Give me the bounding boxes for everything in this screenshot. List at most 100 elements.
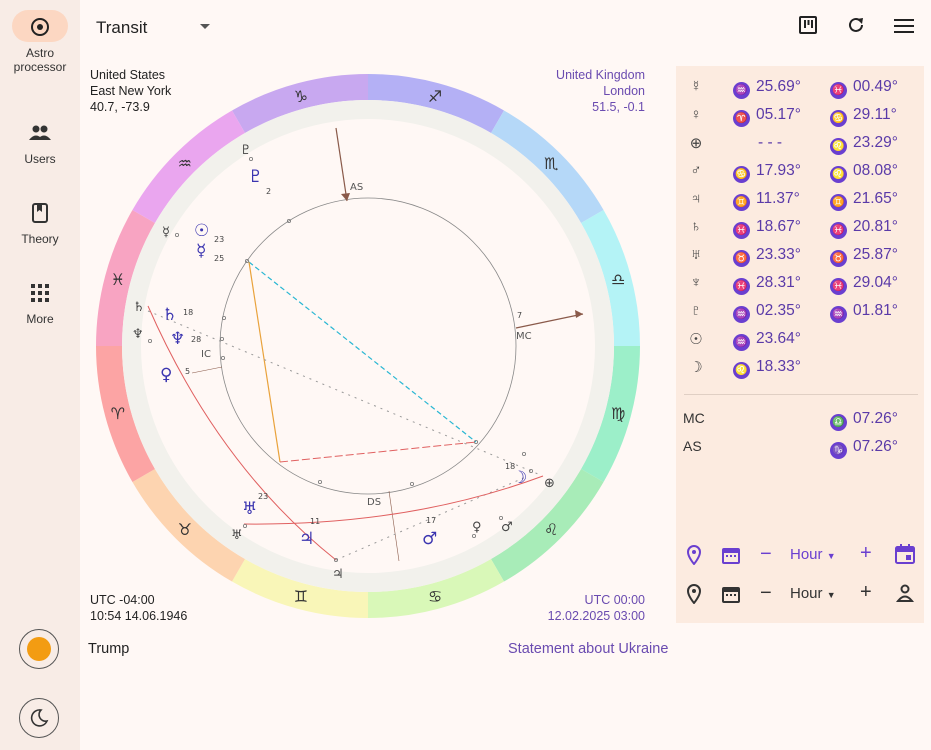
transit-degree: 00.49° — [853, 78, 898, 95]
chevron-down-icon: ▼ — [826, 551, 836, 561]
natal-degree: 11.37° — [756, 190, 800, 207]
refresh-icon[interactable] — [842, 14, 870, 42]
degree-number: 2 — [266, 187, 271, 196]
users-icon — [12, 116, 68, 148]
zodiac-sign-icon: ♌ — [544, 520, 558, 539]
transit-degree: 23.29° — [853, 134, 898, 151]
step-unit-value: Hour — [790, 585, 823, 602]
natal-chart-name[interactable]: Trump — [88, 641, 129, 657]
svg-text:☿: ☿ — [196, 241, 206, 261]
sign-badge-icon: ♈ — [733, 110, 750, 127]
location-pin-icon[interactable] — [686, 545, 702, 565]
natal-degree: 02.35° — [756, 302, 801, 319]
person-icon[interactable] — [896, 584, 914, 602]
plus-button[interactable]: + — [860, 581, 872, 604]
target-icon — [12, 10, 68, 42]
sign-badge-icon: ♒ — [733, 82, 750, 99]
mc-label: MC — [516, 331, 532, 342]
planet-glyph-icon: ☿ — [690, 78, 702, 95]
zodiac-sign-icon: ♊ — [294, 587, 308, 606]
calendar-event-icon[interactable] — [895, 544, 915, 564]
planet-glyph-icon: ♂ — [690, 162, 702, 179]
svg-text:⊕: ⊕ — [544, 476, 555, 491]
zodiac-sign-icon: ♎ — [611, 270, 625, 289]
transit-degree: 20.81° — [853, 218, 898, 235]
degree-number: 28 — [191, 335, 201, 344]
zodiac-sign-icon: ♓ — [111, 270, 125, 289]
grid-icon — [12, 276, 68, 308]
dark-mode-button[interactable] — [19, 698, 59, 738]
zodiac-sign-icon: ♋ — [428, 587, 442, 606]
degree-number: 25 — [214, 254, 224, 263]
chevron-down-icon[interactable] — [200, 24, 210, 29]
book-icon — [12, 196, 68, 228]
angle-label: MC — [683, 410, 705, 426]
svg-text:♀: ♀ — [472, 520, 482, 535]
calendar-icon[interactable] — [722, 546, 740, 564]
angle-degree: 07.26° — [853, 410, 898, 427]
color-theme-button[interactable] — [19, 629, 59, 669]
minus-button[interactable]: − — [760, 543, 772, 566]
planet-glyph-icon: ♆ — [690, 274, 702, 291]
mode-select-value: Transit — [96, 18, 148, 37]
svg-text:♆: ♆ — [170, 329, 185, 349]
sign-badge-icon: ♊ — [733, 194, 750, 211]
nav-users-label: Users — [24, 152, 56, 166]
planet-row: ♅ ♉ 23.33° ♉ 25.87° — [676, 246, 924, 274]
sign-badge-icon: ♌ — [830, 138, 847, 155]
nav-astro-processor[interactable]: Astro processor — [0, 10, 80, 74]
sign-badge-icon: ♒ — [830, 306, 847, 323]
natal-degree: 17.93° — [756, 162, 801, 179]
planet-glyph-icon: ♀ — [690, 106, 702, 123]
planet-row: ♂ ♋ 17.93° ♌ 08.08° — [676, 162, 924, 190]
sign-badge-icon: ♑ — [830, 442, 847, 459]
natal-degree: 23.64° — [756, 330, 801, 347]
transit-degree: 29.11° — [853, 106, 897, 123]
planet-glyph-icon: ⊕ — [689, 135, 703, 152]
transit-event-name[interactable]: Statement about Ukraine — [508, 641, 668, 657]
natal-degree: 28.31° — [756, 274, 801, 291]
step-unit-select[interactable]: Hour ▼ — [790, 546, 836, 563]
chevron-down-icon: ▼ — [826, 590, 836, 600]
planet-glyph-icon: ☽ — [689, 359, 703, 376]
nav-theory[interactable]: Theory — [0, 196, 80, 246]
sign-badge-icon: ♉ — [733, 250, 750, 267]
svg-text:♅: ♅ — [242, 499, 257, 519]
sign-badge-icon: ♓ — [733, 278, 750, 295]
sign-badge-icon: ♌ — [733, 362, 750, 379]
zodiac-sign-icon: ♉ — [178, 520, 192, 539]
svg-text:♂: ♂ — [422, 529, 437, 549]
board-icon[interactable] — [794, 14, 822, 42]
zodiac-sign-icon: ♏ — [544, 154, 558, 173]
sign-badge-icon: ♒ — [733, 334, 750, 351]
sign-badge-icon: ♓ — [733, 222, 750, 239]
sign-badge-icon: ♋ — [830, 110, 847, 127]
mode-select[interactable]: Transit — [96, 18, 147, 38]
planet-row: ☽ ♌ 18.33° — [676, 358, 924, 386]
ic-label: IC — [201, 349, 211, 360]
nav-more[interactable]: More — [0, 276, 80, 326]
svg-text:♄: ♄ — [133, 300, 145, 315]
angle-row: MC ♎ 07.26° — [676, 410, 924, 438]
step-unit-select[interactable]: Hour ▼ — [790, 585, 836, 602]
transit-degree: 21.65° — [853, 190, 898, 207]
natal-degree: 25.69° — [756, 78, 801, 95]
step-unit-value: Hour — [790, 546, 823, 563]
sign-badge-icon: ♒ — [733, 306, 750, 323]
zodiac-sign-icon: ♈ — [111, 404, 125, 423]
nav-theory-label: Theory — [21, 232, 59, 246]
svg-text:☽: ☽ — [512, 468, 527, 488]
minus-button[interactable]: − — [760, 582, 772, 605]
transit-degree: 01.81° — [853, 302, 898, 319]
plus-button[interactable]: + — [860, 542, 872, 565]
nav-users[interactable]: Users — [0, 116, 80, 166]
sign-badge-icon: ♌ — [830, 166, 847, 183]
sign-badge-icon: ♎ — [830, 414, 847, 431]
divider — [684, 394, 918, 395]
svg-text:♃: ♃ — [299, 529, 314, 549]
location-pin-icon[interactable] — [686, 584, 702, 604]
svg-text:♇: ♇ — [240, 143, 252, 158]
menu-icon[interactable] — [890, 14, 918, 42]
degree-number: 17 — [426, 516, 436, 525]
calendar-icon[interactable] — [722, 585, 740, 603]
